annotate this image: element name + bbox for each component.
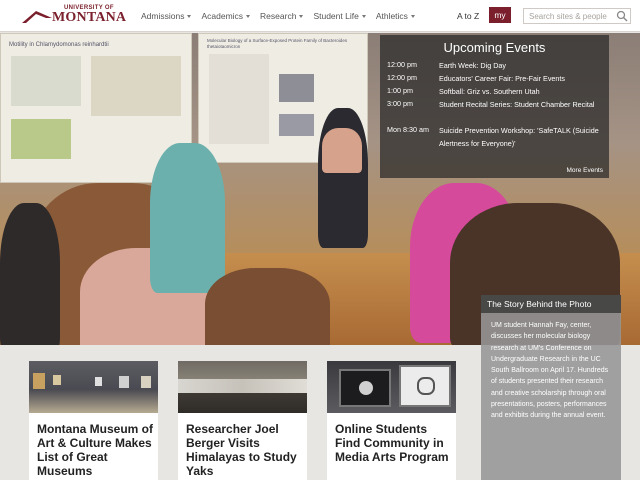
poster-figure <box>209 54 269 144</box>
monitor-image <box>417 377 435 395</box>
monitor <box>339 369 391 407</box>
card-image-museum[interactable] <box>29 361 158 413</box>
card-image-himalayas[interactable] <box>178 361 307 413</box>
logo-montana: MONTANA <box>52 10 127 25</box>
card-title[interactable]: Montana Museum of Art & Culture Makes Li… <box>37 422 155 478</box>
caret-down-icon <box>361 14 366 18</box>
event-time: 1:00 pm <box>387 86 413 95</box>
poster-figure <box>279 114 314 136</box>
event-name: Softball: Griz vs. Southern Utah <box>439 87 540 96</box>
nav-athletics[interactable]: Athletics <box>376 11 415 21</box>
card-image-media-arts[interactable] <box>327 361 456 413</box>
more-events-link[interactable]: More Events <box>567 167 604 174</box>
nav-research[interactable]: Research <box>260 11 304 21</box>
painting <box>53 375 61 385</box>
snow-ridge <box>178 379 307 393</box>
student-teal-jacket <box>150 143 225 293</box>
event-item[interactable]: 3:00 pm Student Recital Series: Student … <box>387 99 599 112</box>
card-title[interactable]: Online Students Find Community in Media … <box>335 422 453 464</box>
poster-center-title: Molecular Biology of a Surface-Exposed P… <box>207 38 348 49</box>
my-button[interactable]: my <box>489 7 511 23</box>
event-time: 12:00 pm <box>387 60 417 69</box>
event-time: Mon 8:30 am <box>387 125 429 134</box>
event-item[interactable]: 12:00 pm Earth Week: Dig Day <box>387 60 599 73</box>
search-icon[interactable] <box>616 10 628 22</box>
caret-down-icon <box>246 14 251 18</box>
nav-research-label: Research <box>260 11 297 21</box>
nav-academics[interactable]: Academics <box>201 11 251 21</box>
painting <box>141 376 151 388</box>
poster-figure <box>11 119 71 159</box>
search-input[interactable] <box>523 8 631 24</box>
event-name: Earth Week: Dig Day <box>439 61 506 70</box>
event-item[interactable]: Mon 8:30 am Suicide Prevention Workshop:… <box>387 125 599 150</box>
event-name: Suicide Prevention Workshop: 'SafeTALK (… <box>439 126 599 148</box>
mountain-logo-icon <box>22 11 52 23</box>
story-behind-photo-panel: The Story Behind the Photo UM student Ha… <box>481 295 621 480</box>
event-item[interactable]: 1:00 pm Softball: Griz vs. Southern Utah <box>387 86 599 99</box>
caret-down-icon <box>299 14 304 18</box>
nav-admissions-label: Admissions <box>141 11 185 21</box>
nav-athletics-label: Athletics <box>375 11 408 21</box>
event-item[interactable]: 12:00 pm Educators' Career Fair: Pre-Fai… <box>387 73 599 86</box>
events-title: Upcoming Events <box>443 40 546 55</box>
monitor <box>399 365 451 407</box>
site-header: UNIVERSITY OF MONTANA Admissions Academi… <box>0 0 640 32</box>
poster-left-title: Motility in Chlamydomonas reinhardtii <box>9 42 109 48</box>
poster-figure <box>11 56 81 106</box>
event-name: Student Recital Series: Student Chamber … <box>439 100 595 109</box>
a-to-z-link[interactable]: A to Z <box>457 11 479 21</box>
news-card[interactable]: Researcher Joel Berger Visits Himalayas … <box>178 361 307 480</box>
nav-academics-label: Academics <box>201 11 244 21</box>
nav-admissions[interactable]: Admissions <box>141 11 192 21</box>
news-card[interactable]: Montana Museum of Art & Culture Makes Li… <box>29 361 158 480</box>
story-text: UM student Hannah Fay, center, discusses… <box>491 322 609 420</box>
event-name: Educators' Career Fair: Pre-Fair Events <box>439 74 565 83</box>
nav-student-life-label: Student Life <box>313 11 359 21</box>
painting <box>119 376 129 388</box>
caret-down-icon <box>410 14 415 18</box>
painting <box>33 373 45 389</box>
event-time: 12:00 pm <box>387 73 417 82</box>
card-title[interactable]: Researcher Joel Berger Visits Himalayas … <box>186 422 304 478</box>
story-title: The Story Behind the Photo <box>481 295 621 313</box>
student-left <box>0 203 60 345</box>
news-card[interactable]: Online Students Find Community in Media … <box>327 361 456 480</box>
poster-figure <box>279 74 314 102</box>
caret-down-icon <box>187 14 192 18</box>
university-logo[interactable]: UNIVERSITY OF MONTANA <box>22 5 128 27</box>
presenter-top <box>322 128 362 173</box>
student-back-head <box>205 268 330 345</box>
main-nav: Admissions Academics Research Student Li… <box>141 11 425 21</box>
painting <box>95 377 102 386</box>
poster-figure <box>91 56 181 116</box>
event-time: 3:00 pm <box>387 99 413 108</box>
nav-student-life[interactable]: Student Life <box>313 11 366 21</box>
upcoming-events-panel: Upcoming Events 12:00 pm Earth Week: Dig… <box>380 35 609 178</box>
monitor-image <box>359 381 373 395</box>
